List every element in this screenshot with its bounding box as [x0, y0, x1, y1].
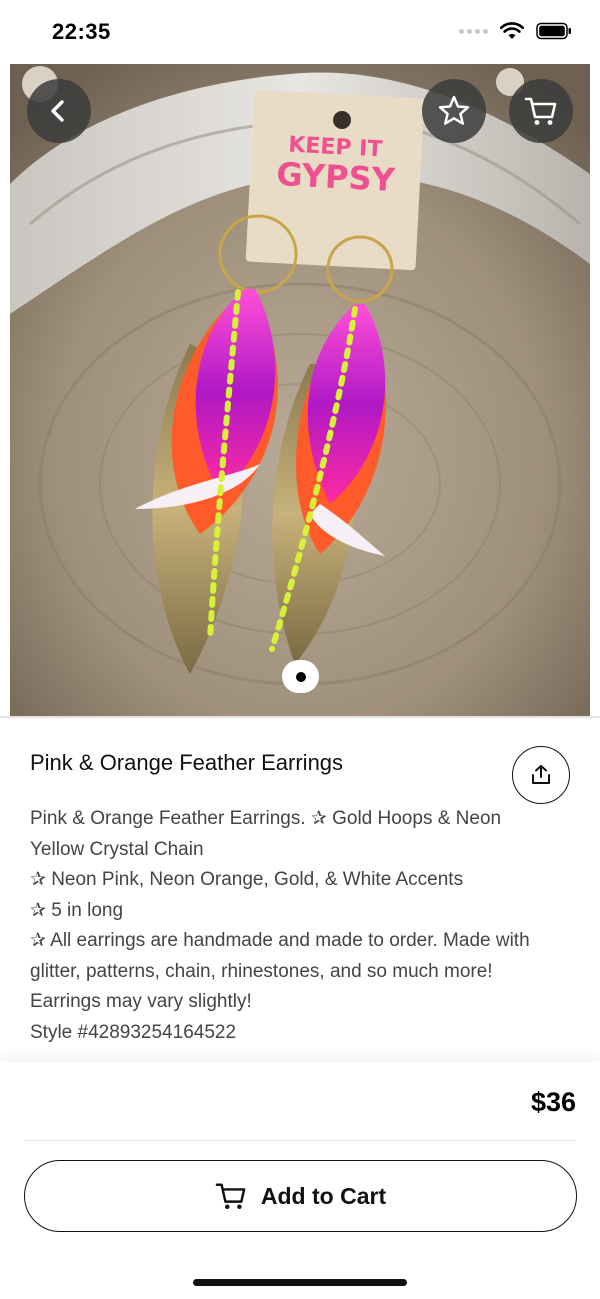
status-time: 22:35: [52, 19, 111, 44]
share-icon: [532, 764, 550, 784]
cart-icon: [524, 97, 557, 125]
divider: [24, 1140, 576, 1141]
add-to-cart-label: Add to Cart: [260, 1182, 387, 1209]
cart-icon: [215, 1183, 246, 1210]
product-image[interactable]: KEEP IT GYPSY: [10, 64, 590, 716]
back-button[interactable]: [27, 79, 91, 143]
product-description: Pink & Orange Feather Earrings. ✰ Gold H…: [30, 804, 550, 1048]
share-button[interactable]: [512, 746, 570, 804]
add-to-cart-button[interactable]: Add to Cart: [24, 1160, 577, 1232]
earrings-photo: KEEP IT GYPSY: [10, 64, 590, 716]
home-indicator[interactable]: [193, 1279, 407, 1286]
description-line: ✰ All earrings are handmade and made to …: [30, 930, 530, 1012]
description-line: Pink & Orange Feather Earrings. ✰ Gold H…: [30, 808, 502, 860]
cellular-signal-icon: [459, 28, 488, 34]
description-line: ✰ 5 in long: [30, 899, 124, 921]
chevron-left-icon: [51, 100, 64, 122]
cart-button[interactable]: [509, 79, 573, 143]
star-icon: [438, 95, 470, 125]
divider: [0, 716, 600, 718]
description-line: Style #42893254164522: [30, 1021, 237, 1043]
wifi-icon: [500, 22, 524, 39]
favorite-button[interactable]: [422, 79, 486, 143]
image-page-indicator: [282, 660, 319, 693]
battery-icon: [536, 22, 571, 40]
description-line: ✰ Neon Pink, Neon Orange, Gold, & White …: [30, 869, 464, 890]
status-indicators: [459, 22, 572, 40]
product-title: Pink & Orange Feather Earrings: [30, 750, 344, 775]
status-bar: 22:35: [0, 0, 600, 64]
product-price: $36: [530, 1087, 576, 1117]
card-text-line2: GYPSY: [275, 155, 396, 199]
